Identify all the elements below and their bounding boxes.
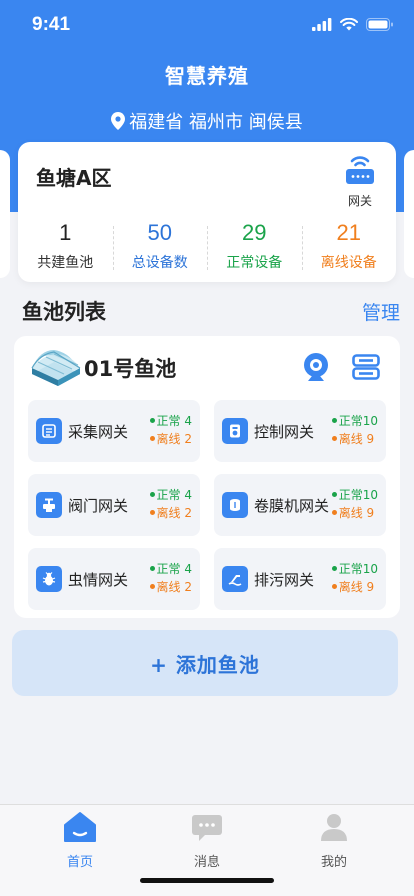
router-icon [346,156,374,184]
film-roller-icon [222,492,248,518]
section-title: 鱼池列表 [22,300,106,324]
gateway-status: 正常 4 离线 2 [149,486,192,522]
stat-value: 1 [59,220,72,245]
tab-profile[interactable]: 我的 [294,811,374,870]
tab-label: 我的 [320,855,347,870]
gateway-button[interactable]: 网关 [340,152,380,209]
camera-button[interactable] [302,352,330,386]
greenhouse-icon [31,350,81,386]
gateway-tile[interactable]: 虫情网关 正常 4 离线 2 [28,548,200,610]
stat-label: 离线设备 [320,255,377,271]
stat-value: 50 [147,220,172,245]
collect-icon [36,418,62,444]
location-pin-icon [111,112,126,130]
offline-count: 离线 2 [156,506,192,520]
offline-count: 离线 9 [338,506,375,520]
gateway-tile[interactable]: 卷膜机网关 正常10 离线 9 [214,474,386,536]
gateway-name: 排污网关 [254,571,315,589]
gateway-status: 正常 4 离线 2 [149,412,192,448]
location-text: 福建省 福州市 闽侯县 [129,112,303,133]
bug-icon [36,566,62,592]
tab-home[interactable]: 首页 [40,811,120,870]
gateway-status: 正常10 离线 9 [331,560,378,596]
tab-messages[interactable]: 消息 [167,811,247,870]
camera-icon [304,353,328,381]
offline-count: 离线 9 [338,432,375,446]
gateway-name: 阀门网关 [68,497,129,515]
stat-total-pools[interactable]: 1 共建鱼池 [18,220,113,272]
stat-offline-devices[interactable]: 21 离线设备 [301,220,397,272]
stat-total-devices[interactable]: 50 总设备数 [112,220,208,272]
gateway-name: 卷膜机网关 [254,497,330,515]
stat-normal-devices[interactable]: 29 正常设备 [207,220,302,272]
server-button[interactable] [352,354,380,384]
gateway-name: 采集网关 [68,423,129,441]
stat-value: 29 [242,220,267,245]
add-pool-button[interactable]: + 添加鱼池 [12,630,398,696]
manage-button[interactable]: 管理 [362,298,400,325]
gateway-name: 虫情网关 [68,571,129,589]
valve-icon [36,492,62,518]
status-icons [312,18,394,31]
battery-icon [366,18,393,31]
gateway-name: 控制网关 [254,423,315,441]
tab-label: 消息 [193,855,220,870]
pond-stats: 1 共建鱼池 50 总设备数 29 正常设备 21 离线设备 [18,220,396,272]
pond-card[interactable]: 鱼塘A区 网关 1 共建鱼池 50 总设备数 29 正常设备 21 离线设备 [18,142,396,282]
gateway-status: 正常10 离线 9 [331,412,378,448]
home-icon [64,812,96,842]
message-icon [192,815,222,841]
gateway-tile[interactable]: 采集网关 正常 4 离线 2 [28,400,200,462]
stat-value: 21 [336,220,361,245]
stat-label: 总设备数 [131,255,188,271]
next-card-peek[interactable] [404,150,414,278]
tab-label: 首页 [66,855,93,870]
control-icon [222,418,248,444]
pool-card: 01号鱼池 采集网关 正常 4 离线 2 控制网关 正常10 离线 9 阀门网关… [14,336,400,618]
gateway-label: 网关 [347,194,372,208]
wifi-icon [340,18,358,31]
normal-count: 正常 4 [156,414,192,428]
gateway-status: 正常10 离线 9 [331,486,378,522]
gateway-tile[interactable]: 排污网关 正常10 离线 9 [214,548,386,610]
normal-count: 正常10 [338,488,378,502]
app-title: 智慧养殖 [165,64,249,88]
location[interactable]: 福建省 福州市 闽侯县 [0,108,414,134]
offline-count: 离线 2 [156,432,192,446]
gateway-status: 正常 4 离线 2 [149,560,192,596]
status-time: 9:41 [32,14,71,35]
status-bar: 9:41 [0,0,414,54]
normal-count: 正常 4 [156,488,192,502]
profile-icon [321,814,347,841]
signal-icon [312,18,332,31]
normal-count: 正常10 [338,562,378,576]
home-indicator [140,878,274,883]
stat-label: 正常设备 [226,255,283,271]
stat-label: 共建鱼池 [37,255,94,271]
prev-card-peek[interactable] [0,150,10,278]
drain-icon [222,566,248,592]
gateway-tile[interactable]: 阀门网关 正常 4 离线 2 [28,474,200,536]
normal-count: 正常10 [338,414,378,428]
gateway-grid: 采集网关 正常 4 离线 2 控制网关 正常10 离线 9 阀门网关 正常 4 … [28,400,386,610]
offline-count: 离线 9 [338,580,375,594]
pond-name: 鱼塘A区 [36,166,112,190]
server-icon [352,354,380,380]
pool-name: 01号鱼池 [84,357,177,381]
pool-header[interactable]: 01号鱼池 [28,348,176,388]
gateway-tile[interactable]: 控制网关 正常10 离线 9 [214,400,386,462]
normal-count: 正常 4 [156,562,192,576]
offline-count: 离线 2 [156,580,192,594]
